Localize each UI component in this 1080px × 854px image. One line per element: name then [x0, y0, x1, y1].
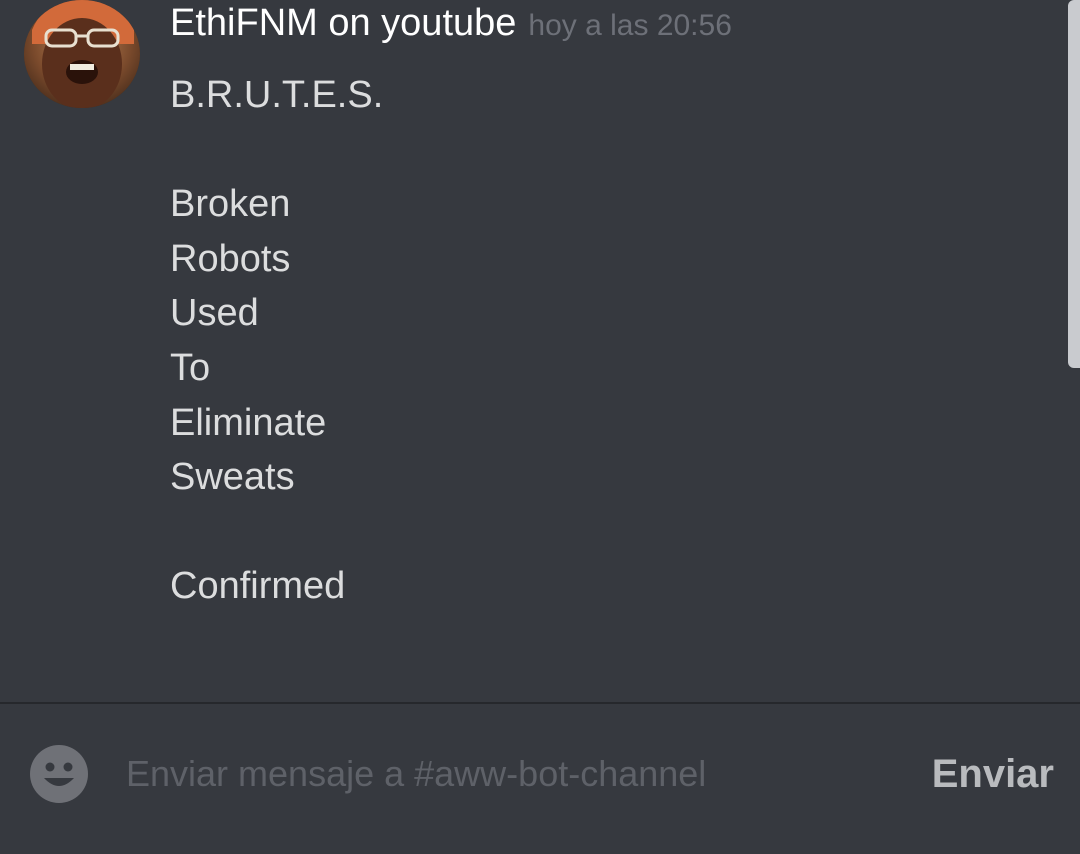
message-line: To [170, 346, 211, 389]
message-line: Robots [170, 237, 291, 280]
user-avatar[interactable] [24, 0, 140, 108]
message-line: Confirmed [170, 565, 346, 608]
avatar-image-icon [24, 0, 140, 108]
message-line [170, 123, 1030, 178]
message-line: Eliminate [170, 401, 327, 444]
scrollbar-thumb[interactable] [1068, 0, 1080, 368]
message-author[interactable]: EthiFNM on youtube [170, 2, 516, 45]
message-line [170, 505, 1030, 560]
message-header: EthiFNM on youtube hoy a las 20:56 [170, 2, 732, 46]
message-line: B.R.U.T.E.S. [170, 74, 384, 116]
smiley-face-icon[interactable] [29, 744, 89, 804]
message-line: Used [170, 292, 259, 335]
message-content: B.R.U.T.E.S. Broken Robots Used To Elimi… [170, 68, 1030, 614]
message-timestamp: hoy a las 20:56 [528, 9, 732, 42]
message-line: Broken [170, 183, 291, 226]
message-line: Sweats [170, 456, 295, 499]
message-list[interactable]: EthiFNM on youtube hoy a las 20:56 B.R.U… [0, 0, 1080, 702]
message-input[interactable] [126, 746, 806, 802]
message-composer: Enviar [0, 704, 1080, 854]
chat-app: EthiFNM on youtube hoy a las 20:56 B.R.U… [0, 0, 1080, 854]
send-button[interactable]: Enviar [932, 744, 1054, 804]
